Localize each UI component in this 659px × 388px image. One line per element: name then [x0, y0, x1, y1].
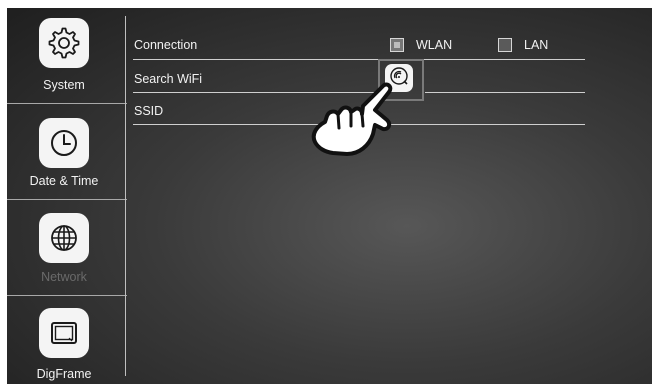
wlan-option-label: WLAN	[416, 38, 453, 52]
lan-checkbox[interactable]	[498, 38, 512, 52]
clock-icon	[39, 118, 89, 168]
sidebar-item-system[interactable]: System	[7, 8, 127, 103]
search-wifi-label: Search WiFi	[134, 72, 203, 86]
sidebar-item-label: System	[43, 78, 85, 92]
sidebar-item-network[interactable]: Network	[7, 200, 127, 295]
sidebar-item-label: Network	[41, 270, 87, 284]
settings-screen: System Date & Time Network DigFrame Conn…	[7, 8, 652, 384]
sidebar-item-digframe[interactable]: DigFrame	[7, 296, 127, 384]
ssid-label: SSID	[134, 104, 164, 118]
lan-option-label: LAN	[524, 38, 549, 52]
wlan-checkbox[interactable]	[390, 38, 404, 52]
sidebar-separator	[125, 16, 126, 376]
sidebar-item-date-time[interactable]: Date & Time	[7, 104, 127, 199]
sidebar: System Date & Time Network DigFrame	[7, 8, 127, 384]
hand-pointer-icon	[303, 76, 409, 165]
globe-icon	[39, 213, 89, 263]
row-divider	[425, 92, 585, 93]
gear-icon	[39, 18, 89, 68]
connection-label: Connection	[134, 38, 198, 52]
picture-frame-icon	[39, 308, 89, 358]
sidebar-item-label: DigFrame	[36, 367, 92, 381]
row-divider	[133, 59, 585, 60]
sidebar-item-label: Date & Time	[29, 174, 99, 188]
